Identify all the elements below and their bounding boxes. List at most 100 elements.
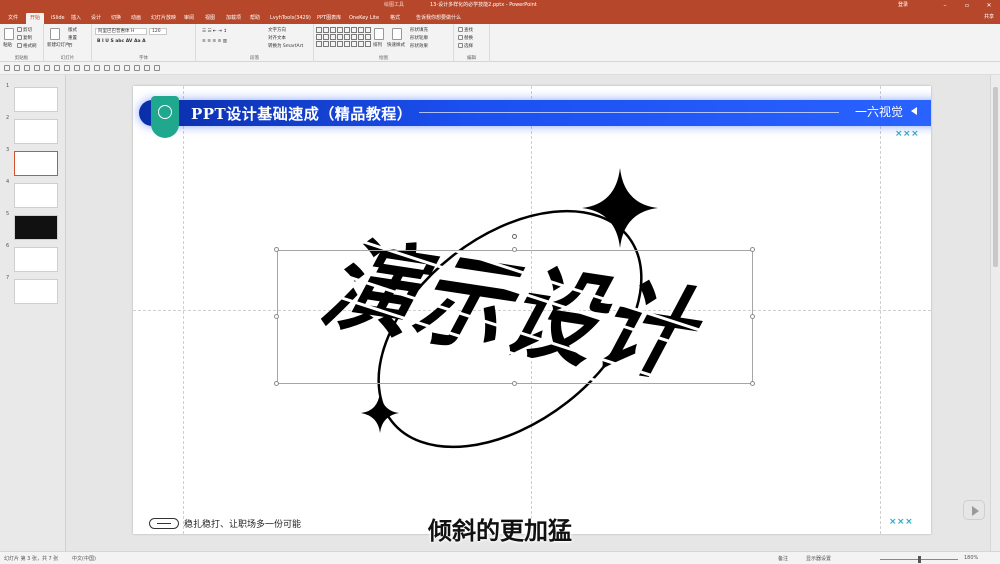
zoom-slider-knob[interactable] [918, 556, 921, 563]
tab-home[interactable]: 开始 [26, 13, 45, 24]
resize-handle-br[interactable] [750, 381, 755, 386]
layer-icon[interactable] [114, 65, 120, 71]
slide-thumbnail-1[interactable] [14, 87, 58, 112]
resize-handle-bl[interactable] [274, 381, 279, 386]
paste-button[interactable]: 粘贴 [3, 42, 12, 48]
selection-box[interactable] [277, 250, 753, 384]
tab-transitions[interactable]: 切换 [107, 13, 125, 24]
resize-handle-right[interactable] [750, 314, 755, 319]
align-icons[interactable]: ≡ ≡ ≡ ≡ ▥ [202, 39, 227, 44]
tab-ppt-chart-lib[interactable]: PPT图表库 [313, 13, 345, 24]
resize-handle-left[interactable] [274, 314, 279, 319]
select-button[interactable]: 选择 [458, 43, 473, 49]
tab-islide[interactable]: iSlide [47, 13, 69, 24]
restore-icon[interactable]: ▫ [956, 0, 978, 11]
find-button[interactable]: 查找 [458, 27, 473, 33]
resize-handle-top[interactable] [512, 247, 517, 252]
crop-icon[interactable] [104, 65, 110, 71]
chart-icon[interactable] [144, 65, 150, 71]
share-button[interactable]: 共享 [984, 13, 994, 20]
font-color-icon[interactable] [54, 65, 60, 71]
brush-icon [17, 43, 22, 48]
shape-icon[interactable] [124, 65, 130, 71]
section-button[interactable]: 节 [68, 43, 73, 49]
resize-handle-bottom[interactable] [512, 381, 517, 386]
quick-styles-button[interactable]: 快速样式 [387, 42, 405, 48]
layout-button[interactable]: 版式 [68, 27, 77, 33]
star-small-icon [361, 392, 399, 433]
paragraph-group: 文字方向 对齐文本 转换为 SmartArt ☰ ☰ ⇤ ⇥ ↕ ≡ ≡ ≡ ≡… [196, 24, 314, 62]
align-text-button[interactable]: 对齐文本 [268, 35, 286, 41]
slide-thumbnail-7[interactable] [14, 279, 58, 304]
tab-format[interactable]: 格式 [386, 13, 404, 24]
editing-group-label: 编辑 [467, 56, 476, 61]
arrange-icon[interactable] [374, 28, 384, 40]
bold-button[interactable]: B I U S abc AV Aa A [97, 39, 146, 44]
more-icon[interactable] [154, 65, 160, 71]
shapes-gallery[interactable] [316, 27, 371, 53]
replace-button[interactable]: 替换 [458, 35, 473, 41]
zoom-level[interactable]: 180% [964, 555, 978, 561]
tab-slideshow[interactable]: 幻灯片放映 [147, 13, 180, 24]
tab-insert[interactable]: 插入 [67, 13, 85, 24]
slide-thumbnail-5[interactable] [14, 215, 58, 240]
login-button[interactable]: 登录 [898, 1, 908, 8]
close-icon[interactable]: ✕ [978, 0, 1000, 11]
font-size-select[interactable]: 120 [149, 28, 167, 35]
play-button[interactable] [963, 500, 985, 520]
quick-styles-icon[interactable] [392, 28, 402, 40]
new-slide-icon[interactable] [50, 28, 60, 40]
new-slide-button[interactable]: 新建幻灯片 [47, 42, 70, 48]
tab-addins[interactable]: 加载项 [222, 13, 245, 24]
undo-icon[interactable] [14, 65, 20, 71]
slide-thumbnail-6[interactable] [14, 247, 58, 272]
minimize-icon[interactable]: – [934, 0, 956, 11]
smartart-button[interactable]: 转换为 SmartArt [268, 43, 303, 49]
cut-button[interactable]: 剪切 [17, 27, 32, 33]
shape-outline-button[interactable]: 形状轮廓 [410, 35, 428, 41]
rotate-handle-icon[interactable] [512, 234, 517, 239]
paste-icon[interactable] [4, 28, 14, 40]
group-icon[interactable] [84, 65, 90, 71]
slide-thumbnail-4[interactable] [14, 183, 58, 208]
document-title: 13-设计多样化的必学技能2.pptx - PowerPoint [430, 2, 537, 8]
slide[interactable]: PPT设计基础速成（精品教程） 一六视觉 ××× ××× 演示设计 稳扎稳打、让… [133, 86, 931, 534]
notes-button[interactable]: 备注 [778, 555, 788, 562]
resize-handle-tl[interactable] [274, 247, 279, 252]
tab-view[interactable]: 视图 [201, 13, 219, 24]
copy-button[interactable]: 复制 [17, 35, 32, 41]
arrange-button[interactable]: 排列 [373, 42, 382, 48]
text-direction-button[interactable]: 文字方向 [268, 27, 286, 33]
tab-onekey-lite[interactable]: OneKey Lite [345, 13, 383, 24]
align-icon[interactable] [64, 65, 70, 71]
tab-animations[interactable]: 动画 [127, 13, 145, 24]
format-painter-button[interactable]: 格式刷 [17, 43, 37, 49]
tab-help[interactable]: 帮助 [246, 13, 264, 24]
format-painter-label: 格式刷 [23, 44, 37, 49]
tab-lvyhtools[interactable]: LvyhTools(3429) [266, 13, 315, 24]
language-indicator[interactable]: 中文(中国) [72, 555, 96, 562]
table-icon[interactable] [134, 65, 140, 71]
tab-design[interactable]: 设计 [87, 13, 105, 24]
font-name-select[interactable]: 阿里巴巴普惠体 H [95, 28, 147, 35]
redo-icon[interactable] [24, 65, 30, 71]
shape-fill-button[interactable]: 形状填充 [410, 27, 428, 33]
distribute-icon[interactable] [74, 65, 80, 71]
customize-icon[interactable] [44, 65, 50, 71]
ribbon: 粘贴 剪切 复制 格式刷 剪贴板 新建幻灯片 版式 重置 节 幻灯片 阿里巴巴普… [0, 24, 1000, 62]
scrollbar-thumb[interactable] [993, 87, 998, 267]
slide-thumbnail-2[interactable] [14, 119, 58, 144]
reset-button[interactable]: 重置 [68, 35, 77, 41]
rotate-icon[interactable] [94, 65, 100, 71]
save-icon[interactable] [4, 65, 10, 71]
tab-review[interactable]: 审阅 [180, 13, 198, 24]
shape-effects-button[interactable]: 形状效果 [410, 43, 428, 49]
tab-file[interactable]: 文件 [4, 13, 22, 24]
resize-handle-tr[interactable] [750, 247, 755, 252]
display-settings-button[interactable]: 显示器设置 [806, 555, 831, 562]
vertical-scrollbar[interactable] [990, 75, 1000, 551]
list-icons[interactable]: ☰ ☰ ⇤ ⇥ ↕ [202, 29, 227, 34]
start-slideshow-icon[interactable] [34, 65, 40, 71]
slide-thumbnail-3[interactable] [14, 151, 58, 176]
tell-me-search[interactable]: 告诉我你想要做什么 [412, 13, 465, 24]
